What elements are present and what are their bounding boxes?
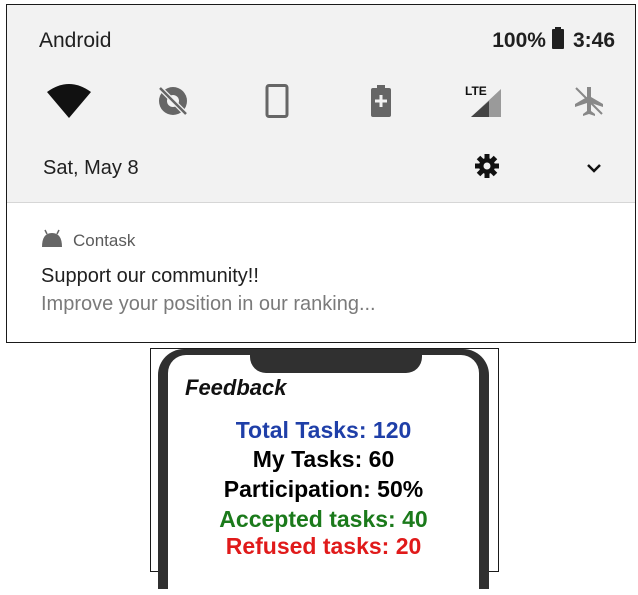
notification-text: Improve your position in our ranking... <box>41 293 376 315</box>
gear-icon[interactable] <box>473 152 501 180</box>
feedback-title: Feedback <box>185 375 287 400</box>
notification-shade: Android 100% 3:46 LTE Sat, May 8 Contask… <box>6 4 636 343</box>
phone-body: Feedback Total Tasks: 120 My Tasks: 60 P… <box>158 349 489 595</box>
phone-notch <box>250 353 422 373</box>
my-tasks-stat: My Tasks: 60 <box>252 446 395 472</box>
quick-settings-panel: Android 100% 3:46 LTE Sat, May 8 <box>7 5 635 203</box>
battery-percent: 100% <box>492 29 546 52</box>
notification-card[interactable]: Contask Support our community!! Improve … <box>7 203 635 342</box>
notification-header: Contask <box>41 229 135 252</box>
chevron-down-icon[interactable] <box>581 155 607 181</box>
notification-title: Support our community!! <box>41 265 259 287</box>
total-tasks-stat: Total Tasks: 120 <box>235 417 412 443</box>
airplane-mode-icon[interactable] <box>561 73 617 129</box>
phone-screen: Feedback Total Tasks: 120 My Tasks: 60 P… <box>168 353 479 595</box>
wifi-icon[interactable] <box>41 73 97 129</box>
refused-tasks-stat: Refused tasks: 20 <box>225 533 422 559</box>
clock: 3:46 <box>572 29 615 52</box>
phone-screenshot: Feedback Total Tasks: 120 My Tasks: 60 P… <box>150 348 499 595</box>
battery-icon <box>551 27 564 55</box>
quick-settings-tiles: LTE <box>7 73 635 129</box>
participation-stat: Participation: 50% <box>223 476 424 502</box>
carrier-label: Android <box>39 29 112 52</box>
battery-saver-icon[interactable] <box>353 73 409 129</box>
data-saver-off-icon[interactable] <box>145 73 201 129</box>
date-label: Sat, May 8 <box>43 157 139 179</box>
svg-text:LTE: LTE <box>465 84 487 98</box>
accepted-tasks-stat: Accepted tasks: 40 <box>219 506 428 532</box>
auto-rotate-icon[interactable] <box>249 73 305 129</box>
lte-signal-icon[interactable]: LTE <box>457 73 513 129</box>
android-icon <box>41 229 63 252</box>
status-indicators: 100% 3:46 <box>492 27 615 55</box>
notification-app-name: Contask <box>73 230 136 250</box>
